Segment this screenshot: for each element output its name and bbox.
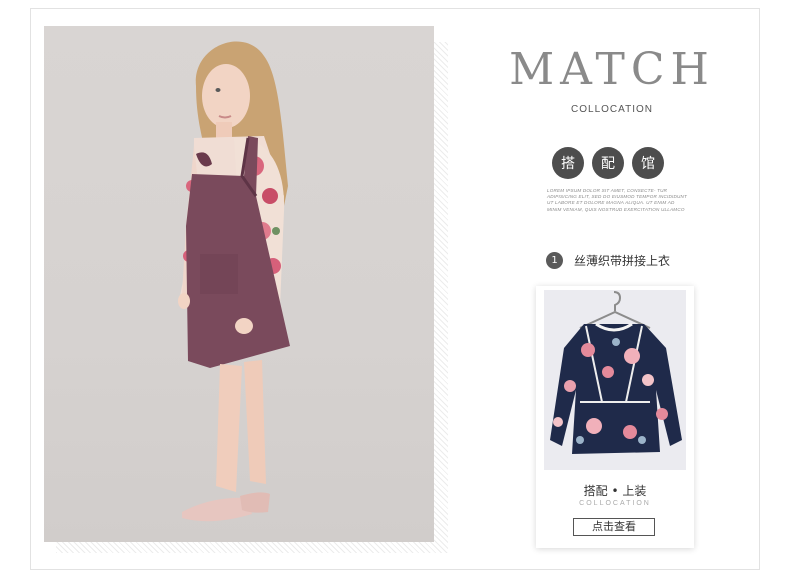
- page-title: MATCH: [509, 44, 715, 95]
- item-title: 丝薄织带拼接上衣: [574, 254, 671, 268]
- page-subtitle: COLLOCATION: [571, 104, 653, 115]
- badge-guan: 馆: [632, 147, 664, 179]
- item-number: 1: [546, 252, 563, 269]
- item-heading: 1 丝薄织带拼接上衣: [546, 252, 670, 269]
- view-details-button[interactable]: 点击查看: [573, 518, 655, 536]
- product-card: 搭配 • 上装 COLLOCATION 点击查看: [536, 286, 694, 548]
- card-title: 搭配 • 上装: [583, 484, 647, 498]
- lorem-text: LOREM IPSUM DOLOR SIT AMET, CONSECTE- TU…: [547, 188, 688, 212]
- card-subtitle: COLLOCATION: [579, 500, 651, 507]
- badge-pei: 配: [592, 147, 624, 179]
- model-photo: [44, 26, 434, 542]
- badge-group: 搭 配 馆: [552, 147, 664, 179]
- product-image[interactable]: [544, 290, 686, 470]
- hanger-icon: [579, 291, 651, 329]
- badge-da: 搭: [552, 147, 584, 179]
